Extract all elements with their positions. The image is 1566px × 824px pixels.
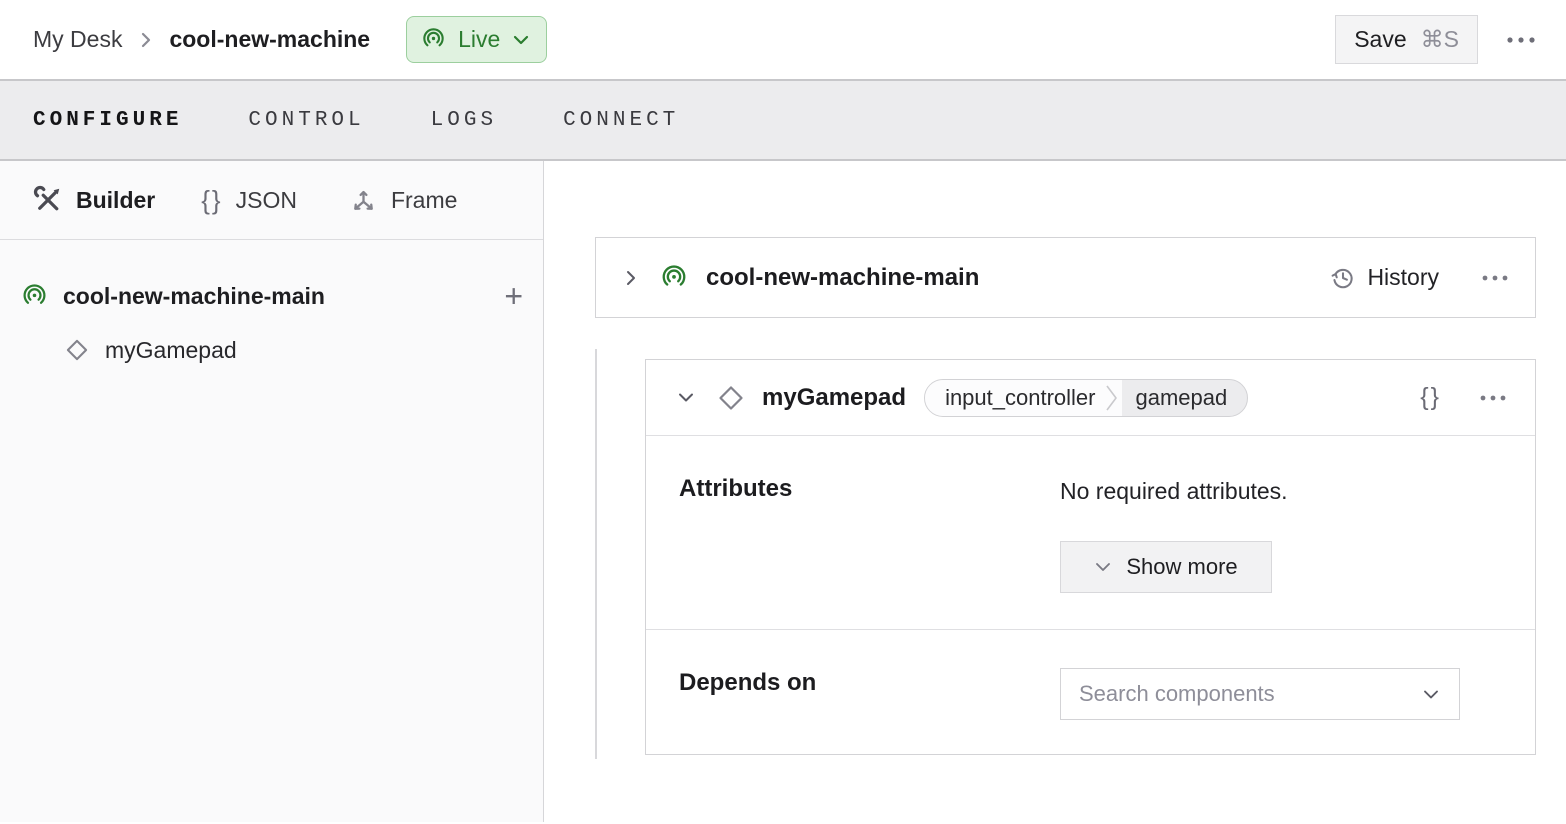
tree-item-component[interactable]: myGamepad (0, 326, 543, 374)
chevron-down-icon (1421, 688, 1441, 701)
config-main-area: cool-new-machine-main History (544, 161, 1566, 822)
depends-on-label: Depends on (679, 669, 816, 697)
machine-broadcast-icon (421, 27, 446, 52)
view-tab-builder-label: Builder (76, 187, 155, 214)
chevron-down-icon (1094, 561, 1112, 573)
show-more-button-label: Show more (1126, 554, 1237, 580)
tree-item-label: myGamepad (105, 337, 237, 364)
tab-configure[interactable]: CONFIGURE (33, 109, 182, 132)
component-overflow-menu-button[interactable] (1479, 394, 1507, 402)
depends-on-section: Depends on (646, 629, 1535, 754)
ellipsis-icon (1481, 274, 1509, 282)
breadcrumb-current: cool-new-machine (169, 26, 370, 53)
component-type-badge: input_controller (925, 380, 1103, 416)
config-sidebar: Builder {} JSON Frame (0, 161, 544, 822)
history-button-label: History (1367, 264, 1439, 291)
history-clock-icon (1330, 265, 1356, 291)
view-tab-frame[interactable]: Frame (349, 186, 457, 215)
part-card-title: cool-new-machine-main (706, 264, 979, 292)
breadcrumb-parent-link[interactable]: My Desk (33, 26, 122, 53)
live-status-dropdown[interactable]: Live (406, 16, 547, 63)
component-card: myGamepad input_controller gamepad {} (645, 359, 1536, 755)
depends-on-search-input[interactable] (1079, 681, 1421, 707)
braces-icon: {} (201, 185, 222, 216)
depends-on-select[interactable] (1060, 668, 1460, 720)
expand-part-button[interactable] (624, 267, 638, 289)
component-model-badge: gamepad (1122, 380, 1248, 416)
view-tab-frame-label: Frame (391, 187, 457, 214)
component-card-title: myGamepad (762, 384, 906, 412)
diamond-icon (716, 383, 746, 413)
chevron-right-icon (1104, 380, 1122, 416)
tab-control[interactable]: CONTROL (248, 109, 364, 132)
machine-broadcast-icon (660, 264, 688, 292)
save-shortcut-hint: ⌘S (1421, 26, 1459, 53)
component-json-button[interactable]: {} (1420, 383, 1441, 412)
component-card-header: myGamepad input_controller gamepad {} (646, 360, 1535, 436)
view-switcher: Builder {} JSON Frame (0, 161, 543, 240)
save-button[interactable]: Save ⌘S (1335, 15, 1478, 64)
show-more-button[interactable]: Show more (1060, 541, 1272, 593)
save-button-label: Save (1354, 26, 1406, 53)
tree-item-label: cool-new-machine-main (63, 283, 325, 310)
top-bar: My Desk cool-new-machine Live Save ⌘S (0, 0, 1566, 81)
machine-broadcast-icon (21, 283, 48, 310)
tree-item-machine-part[interactable]: cool-new-machine-main + (0, 272, 543, 320)
add-component-button[interactable]: + (504, 280, 523, 312)
machine-tree: cool-new-machine-main + myGamepad (0, 240, 543, 374)
attributes-section: Attributes No required attributes. Show … (646, 436, 1535, 629)
view-tab-builder[interactable]: Builder (33, 185, 155, 215)
tab-connect[interactable]: CONNECT (563, 109, 679, 132)
chevron-right-icon (138, 30, 153, 50)
attributes-label: Attributes (679, 475, 792, 503)
attributes-empty-text: No required attributes. (1060, 478, 1288, 505)
breadcrumb: My Desk cool-new-machine (33, 26, 370, 53)
view-tab-json-label: JSON (236, 187, 297, 214)
overflow-menu-button[interactable] (1506, 36, 1536, 44)
part-overflow-menu-button[interactable] (1481, 274, 1509, 282)
diamond-icon (64, 337, 90, 363)
history-button[interactable]: History (1330, 264, 1439, 291)
ellipsis-icon (1479, 394, 1507, 402)
frame-axes-icon (349, 186, 378, 215)
wrench-screwdriver-icon (33, 185, 63, 215)
main-nav-tabs: CONFIGURE CONTROL LOGS CONNECT (0, 81, 1566, 161)
ellipsis-icon (1506, 36, 1536, 44)
machine-part-card: cool-new-machine-main History (595, 237, 1536, 318)
chevron-down-icon (512, 34, 530, 46)
component-type-model-badge: input_controller gamepad (924, 379, 1248, 417)
collapse-component-button[interactable] (676, 391, 696, 404)
tree-connector-line (595, 349, 597, 759)
view-tab-json[interactable]: {} JSON (201, 185, 297, 216)
live-status-label: Live (458, 26, 500, 53)
tab-logs[interactable]: LOGS (431, 109, 497, 132)
